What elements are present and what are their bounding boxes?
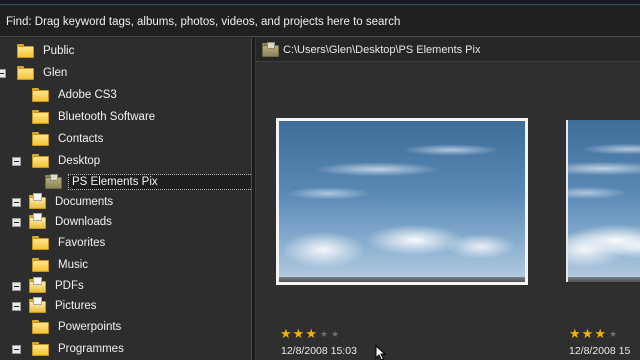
star-empty-icon[interactable]: ★ (331, 329, 340, 339)
folder-icon (32, 320, 49, 334)
tree-item-label: Music (58, 259, 89, 271)
star-icon[interactable]: ★ (569, 326, 582, 341)
photo-thumbnail[interactable] (566, 120, 640, 282)
photo-date: 12/8/2008 15:03 (281, 345, 357, 357)
tree-item-label: Programmes (58, 343, 124, 355)
folder-icon (32, 342, 49, 356)
tree-item-label: PS Elements Pix (68, 174, 251, 190)
tree-item-pdfs[interactable]: PDFs (29, 276, 87, 296)
photo-date: 12/8/2008 15 (569, 345, 631, 357)
folder-tree[interactable]: Public Glen Adobe CS3 Bluetooth Software… (0, 38, 251, 360)
cloud-photo (566, 120, 640, 282)
tree-item-label: Adobe CS3 (58, 89, 117, 101)
media-browser: C:\Users\Glen\Desktop\PS Elements Pix ★★… (256, 38, 640, 360)
star-icon[interactable]: ★ (293, 326, 306, 341)
tree-item-glen[interactable]: Glen (17, 63, 70, 83)
folder-icon (32, 110, 49, 124)
cloud-photo (279, 121, 525, 282)
tree-item-desktop[interactable]: Desktop (32, 151, 103, 171)
photo-thumbnail[interactable] (276, 118, 528, 285)
tree-item-label: Documents (55, 196, 114, 208)
folder-icon (17, 66, 34, 80)
find-bar-text: Find: Drag keyword tags, albums, photos,… (6, 16, 401, 28)
tree-item-label: Bluetooth Software (58, 111, 156, 123)
collapse-toggle-icon[interactable] (12, 157, 21, 166)
photo-folder-icon (262, 41, 279, 57)
tree-item-bluetooth-software[interactable]: Bluetooth Software (32, 107, 158, 127)
tree-item-label: Downloads (55, 216, 112, 228)
star-empty-icon[interactable]: ★ (609, 329, 618, 339)
star-rating[interactable]: ★★★ ★ (569, 326, 618, 342)
tree-item-music[interactable]: Music (32, 255, 91, 275)
folder-icon (32, 258, 49, 272)
folder-icon (32, 132, 49, 146)
star-icon[interactable]: ★ (582, 326, 595, 341)
tree-item-downloads[interactable]: Downloads (29, 212, 115, 232)
collapse-toggle-icon[interactable] (0, 69, 6, 78)
folder-icon (17, 44, 34, 58)
special-folder-icon (29, 297, 46, 313)
tree-item-public[interactable]: Public (17, 41, 77, 61)
tree-item-documents[interactable]: Documents (29, 192, 116, 212)
tree-item-label: Public (43, 45, 75, 57)
folder-icon (32, 154, 49, 168)
star-empty-icon[interactable]: ★ (320, 329, 329, 339)
expand-toggle-icon[interactable] (12, 345, 21, 354)
photo-folder-icon (45, 174, 62, 189)
expand-toggle-icon[interactable] (12, 218, 21, 227)
star-rating[interactable]: ★★★ ★ ★ (280, 326, 340, 342)
star-icon[interactable]: ★ (280, 326, 293, 341)
tree-item-label: Favorites (58, 237, 106, 249)
expand-toggle-icon[interactable] (12, 198, 21, 207)
tree-item-label: Powerpoints (58, 321, 122, 333)
tree-item-pictures[interactable]: Pictures (29, 296, 100, 316)
tree-item-label: Desktop (58, 155, 101, 167)
star-icon[interactable]: ★ (305, 326, 318, 341)
tree-item-contacts[interactable]: Contacts (32, 129, 106, 149)
special-folder-icon (29, 193, 46, 209)
star-icon[interactable]: ★ (594, 326, 607, 341)
tree-item-ps-elements-pix[interactable]: PS Elements Pix (45, 172, 251, 192)
special-folder-icon (29, 277, 46, 293)
tree-item-label: Glen (43, 67, 68, 79)
tree-item-powerpoints[interactable]: Powerpoints (32, 317, 124, 337)
expand-toggle-icon[interactable] (12, 302, 21, 311)
expand-toggle-icon[interactable] (12, 282, 21, 291)
find-bar[interactable]: Find: Drag keyword tags, albums, photos,… (0, 5, 640, 37)
tree-item-label: Contacts (58, 133, 104, 145)
tree-item-favorites[interactable]: Favorites (32, 233, 108, 253)
tree-item-programmes[interactable]: Programmes (32, 339, 127, 359)
special-folder-icon (29, 213, 46, 229)
folder-icon (32, 236, 49, 250)
folder-icon (32, 88, 49, 102)
path-bar: C:\Users\Glen\Desktop\PS Elements Pix (256, 38, 640, 62)
tree-item-label: PDFs (55, 280, 84, 292)
current-path: C:\Users\Glen\Desktop\PS Elements Pix (283, 43, 481, 56)
tree-item-adobe-cs3[interactable]: Adobe CS3 (32, 85, 120, 105)
tree-item-label: Pictures (55, 300, 97, 312)
